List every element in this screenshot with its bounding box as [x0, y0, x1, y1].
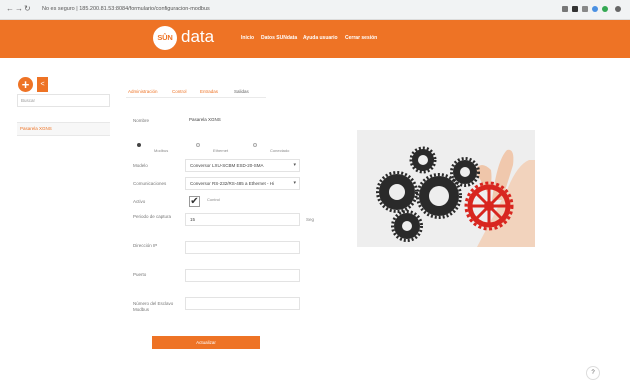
share-icon[interactable]: <	[37, 77, 48, 92]
port-field[interactable]	[185, 269, 300, 282]
comms-label: Comunicaciones	[133, 181, 167, 186]
modbus-slave-label: Número del Esclavo Modbus	[133, 301, 174, 312]
extension-icon[interactable]	[562, 6, 568, 12]
extension-icon[interactable]	[582, 6, 588, 12]
radio-modbus-label: Modbus	[154, 148, 169, 153]
gears-illustration	[357, 130, 535, 247]
active-checkbox-label: Control	[207, 197, 220, 202]
profile-avatar[interactable]	[615, 6, 621, 12]
model-select[interactable]: Conversor LXU-SCBM ESD-20-SMA ▾	[185, 159, 300, 172]
tab-entradas[interactable]: Entradas	[200, 89, 218, 94]
add-icon[interactable]: +	[18, 77, 33, 92]
extension-icon[interactable]	[572, 6, 578, 12]
tab-administracion[interactable]: Administración	[128, 89, 158, 94]
comms-select[interactable]: Conversor RS-232/RS-485 a Ethernet - Hi …	[185, 177, 300, 190]
sidebar-search-input[interactable]: Buscar	[17, 94, 110, 107]
forward-icon[interactable]: →	[15, 4, 23, 14]
nav-item-ayuda[interactable]: Ayuda usuario	[303, 35, 338, 41]
name-label: Nombre	[133, 118, 150, 123]
radio-conectado[interactable]	[253, 143, 257, 147]
period-unit: Seg	[306, 217, 315, 222]
logo-text[interactable]: data	[181, 27, 214, 47]
port-label: Puerto	[133, 272, 147, 277]
sidebar-item-pasarela[interactable]: Pasarela XGNS	[17, 122, 110, 136]
tab-divider	[126, 97, 266, 98]
active-label: Activo	[133, 199, 146, 204]
browser-toolbar: ← → ↻ No es seguro | 185.200.81.53:8084/…	[0, 0, 630, 20]
radio-conectado-label: Conectado	[270, 148, 290, 153]
update-button[interactable]: Actualizar	[152, 336, 260, 349]
comms-select-value: Conversor RS-232/RS-485 a Ethernet - Hi	[190, 181, 275, 186]
ip-field[interactable]	[185, 241, 300, 254]
nav-item-inicio[interactable]: Inicio	[241, 35, 254, 41]
extension-icon[interactable]	[592, 6, 598, 12]
extension-icon[interactable]	[602, 6, 608, 12]
modbus-slave-field[interactable]	[185, 297, 300, 310]
period-label: Periodo de captura	[133, 214, 172, 219]
active-checkbox[interactable]: ✔	[189, 196, 200, 207]
address-bar[interactable]: No es seguro | 185.200.81.53:8084/formul…	[42, 4, 402, 15]
tab-salidas[interactable]: Salidas	[234, 89, 249, 94]
ip-label: Dirección IP	[133, 243, 158, 248]
radio-modbus[interactable]	[137, 143, 141, 147]
tab-control[interactable]: Control	[172, 89, 187, 94]
nav-item-datos[interactable]: Datos SUNdata	[261, 35, 297, 41]
chevron-down-icon: ▾	[293, 180, 296, 186]
logo-badge[interactable]: SÛN	[153, 26, 177, 50]
model-label: Modelo	[133, 163, 148, 168]
back-icon[interactable]: ←	[6, 4, 14, 14]
model-select-value: Conversor LXU-SCBM ESD-20-SMA	[190, 163, 264, 168]
reload-icon[interactable]: ↻	[24, 4, 31, 14]
name-field[interactable]: Pasarela XGNS	[185, 114, 300, 127]
nav-item-cerrar-sesion[interactable]: Cerrar sesión	[345, 35, 377, 41]
radio-ethernet-label: Ethernet	[213, 148, 229, 153]
period-field[interactable]: 15	[185, 213, 300, 226]
radio-ethernet[interactable]	[196, 143, 200, 147]
chevron-down-icon: ▾	[293, 162, 296, 168]
